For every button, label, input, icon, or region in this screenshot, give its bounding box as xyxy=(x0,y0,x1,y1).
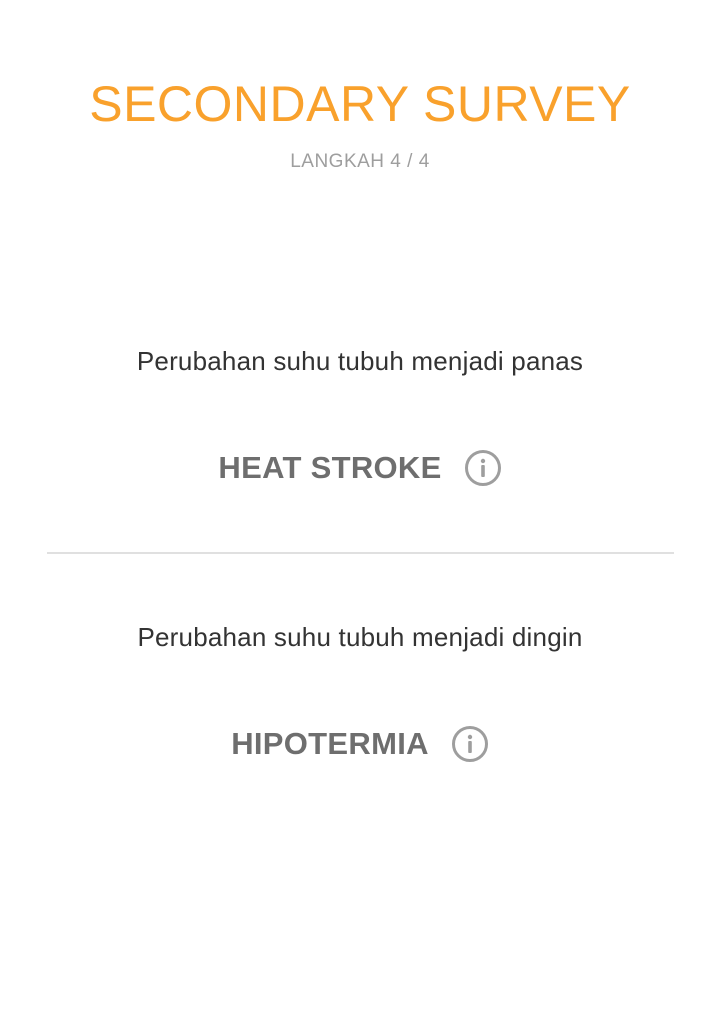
hipotermia-option[interactable]: HIPOTERMIA xyxy=(231,724,489,764)
option-hipotermia: Perubahan suhu tubuh menjadi dingin HIPO… xyxy=(0,620,720,764)
heat-stroke-option[interactable]: HEAT STROKE xyxy=(218,448,501,488)
question-text: Perubahan suhu tubuh menjadi dingin xyxy=(137,622,583,652)
info-icon[interactable] xyxy=(464,449,502,487)
option-heat-stroke: Perubahan suhu tubuh menjadi panas HEAT … xyxy=(0,344,720,488)
divider xyxy=(47,552,674,554)
step-indicator: LANGKAH 4 / 4 xyxy=(290,151,430,172)
info-icon[interactable] xyxy=(451,725,489,763)
answer-label[interactable]: HIPOTERMIA xyxy=(231,724,429,764)
page-header: SECONDARY SURVEY LANGKAH 4 / 4 xyxy=(0,74,720,174)
answer-label[interactable]: HEAT STROKE xyxy=(218,448,441,488)
page-title: SECONDARY SURVEY xyxy=(89,76,631,132)
question-text: Perubahan suhu tubuh menjadi panas xyxy=(136,346,584,376)
